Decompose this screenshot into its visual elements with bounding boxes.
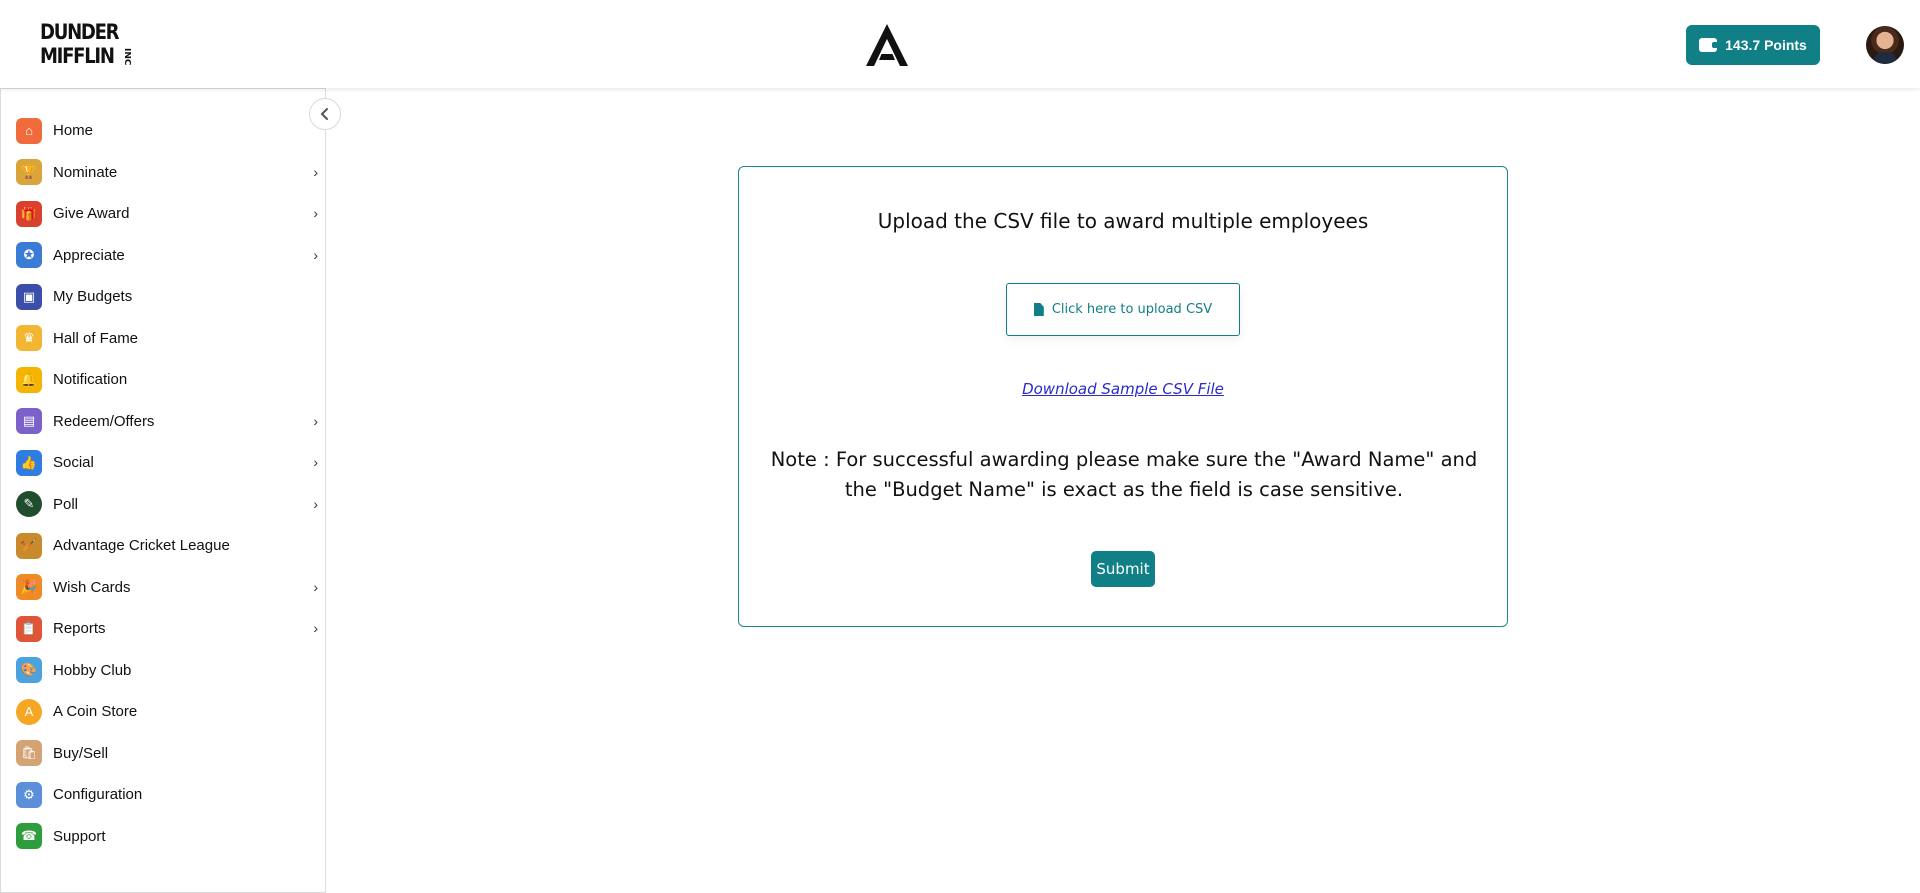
chevron-right-icon: › [313, 454, 318, 470]
sidebar-item-label: Wish Cards [53, 578, 131, 596]
logo-line-2: MIFFLIN [40, 44, 115, 68]
home-icon: ⌂ [16, 117, 42, 144]
sidebar-item-hall-of-fame[interactable]: ♛ Hall of Fame [16, 318, 318, 360]
sidebar-item-notification[interactable]: 🔔 Notification [16, 359, 318, 401]
advantage-a-logo[interactable] [862, 20, 912, 70]
user-avatar[interactable] [1866, 26, 1904, 64]
cricket-icon: 🏏 [16, 532, 42, 559]
sidebar-item-label: Hall of Fame [53, 329, 139, 347]
chevron-left-icon [320, 108, 328, 120]
sidebar-item-label: Hobby Club [53, 661, 132, 679]
chevron-right-icon: › [313, 163, 318, 180]
sidebar-item-label: Buy/Sell [53, 744, 109, 762]
sidebar-item-label: Notification [53, 371, 128, 389]
chevron-right-icon: › [313, 620, 318, 636]
case-sensitivity-note: Note : For successful awarding please ma… [770, 448, 1478, 501]
sidebar-item-configuration[interactable]: ⚙ Configuration [16, 774, 318, 816]
sidebar-collapse-button[interactable] [309, 98, 341, 130]
medal-icon: ✪ [16, 242, 42, 269]
page-title: Upload the CSV file to award multiple em… [877, 209, 1369, 233]
sidebar-item-wish-cards[interactable]: 🎉 Wish Cards › [16, 567, 318, 609]
sidebar-item-poll[interactable]: ✎ Poll › [16, 484, 318, 526]
chevron-right-icon: › [313, 205, 318, 221]
trophy-icon: 🏆 [16, 159, 42, 186]
sidebar-item-hobby-club[interactable]: 🎨 Hobby Club [16, 650, 318, 692]
logo-suffix: INC [122, 48, 132, 66]
upload-csv-label: Click here to upload CSV [1051, 302, 1213, 317]
sidebar-item-reports[interactable]: 📋 Reports › [16, 608, 318, 650]
sidebar-item-label: My Budgets [53, 288, 133, 306]
party-popper-icon: 🎉 [16, 574, 42, 601]
wallet-icon [1699, 38, 1719, 52]
sidebar-item-support[interactable]: ☎ Support [16, 816, 318, 858]
sidebar-item-label: Nominate [53, 163, 118, 181]
sidebar-item-redeem-offers[interactable]: ▤ Redeem/Offers › [16, 401, 318, 443]
points-label: 143.7 Points [1725, 37, 1807, 53]
chevron-right-icon: › [313, 495, 318, 512]
chevron-right-icon: › [313, 578, 318, 595]
sidebar-item-my-budgets[interactable]: ▣ My Budgets [16, 276, 318, 318]
sidebar-item-label: Advantage Cricket League [53, 537, 230, 555]
social-icon: 👍 [16, 449, 42, 476]
chevron-right-icon: › [313, 246, 318, 263]
sidebar-item-label: Configuration [53, 786, 143, 804]
bell-icon: 🔔 [16, 366, 42, 393]
sidebar-item-give-award[interactable]: 🎁 Give Award › [16, 193, 318, 235]
sidebar-item-label: Poll [53, 495, 79, 513]
sidebar-item-buy-sell[interactable]: 🛍 Buy/Sell [16, 733, 318, 775]
sidebar-item-label: Home [53, 122, 94, 140]
sidebar-item-advantage-cricket-league[interactable]: 🏏 Advantage Cricket League [16, 525, 318, 567]
coin-icon: A [16, 698, 42, 725]
sidebar-item-label: Reports [53, 620, 106, 638]
sidebar-nav: ⌂ Home 🏆 Nominate › 🎁 Give Award › ✪ App… [16, 110, 318, 857]
dunder-mifflin-logo[interactable]: DUNDER MIFFLIN INC [40, 20, 131, 72]
sidebar-item-a-coin-store[interactable]: A A Coin Store [16, 691, 318, 733]
sidebar-item-social[interactable]: 👍 Social › [16, 442, 318, 484]
sidebar-item-nominate[interactable]: 🏆 Nominate › [16, 152, 318, 194]
clipboard-icon: 📋 [16, 615, 42, 642]
shopping-bag-icon: 🛍 [16, 740, 42, 767]
chevron-right-icon: › [313, 412, 318, 429]
download-sample-csv-link[interactable]: Download Sample CSV File [739, 380, 1507, 398]
top-header: DUNDER MIFFLIN INC 143.7 Points [0, 0, 1920, 88]
crown-icon: ♛ [16, 325, 42, 352]
phone-icon: ☎ [16, 823, 42, 850]
points-button[interactable]: 143.7 Points [1686, 25, 1820, 65]
sidebar-item-label: Social [53, 454, 94, 472]
config-icon: ⚙ [16, 781, 42, 808]
sidebar-item-appreciate[interactable]: ✪ Appreciate › [16, 235, 318, 277]
sidebar-item-home[interactable]: ⌂ Home [16, 110, 318, 152]
submit-button[interactable]: Submit [1091, 551, 1155, 587]
csv-upload-card: Upload the CSV file to award multiple em… [738, 166, 1508, 627]
sidebar-item-label: A Coin Store [53, 703, 138, 721]
coupon-icon: ▤ [16, 408, 42, 435]
sidebar-item-label: Appreciate [53, 246, 125, 264]
sidebar-item-label: Give Award [53, 205, 130, 223]
palette-icon: 🎨 [16, 657, 42, 684]
sidebar-item-label: Support [53, 827, 106, 845]
logo-line-1: DUNDER [40, 20, 120, 44]
file-icon [1033, 303, 1044, 316]
upload-csv-button[interactable]: Click here to upload CSV [1006, 283, 1240, 336]
poll-icon: ✎ [16, 491, 42, 518]
gift-icon: 🎁 [16, 200, 42, 227]
sidebar-item-label: Redeem/Offers [53, 412, 155, 430]
wallet-icon: ▣ [16, 283, 42, 310]
